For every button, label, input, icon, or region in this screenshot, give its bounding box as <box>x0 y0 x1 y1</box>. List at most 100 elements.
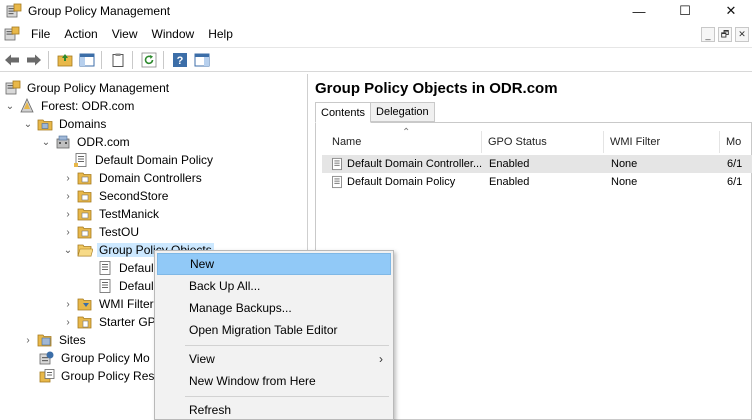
chevron-right-icon[interactable]: › <box>62 205 74 223</box>
tree-item-gp-results[interactable]: Group Policy Res <box>36 367 156 385</box>
tree-item-gpo-default-1[interactable]: Defaul <box>94 259 156 277</box>
menu-help[interactable]: Help <box>201 23 240 45</box>
gpo-link-icon <box>73 152 89 168</box>
menu-item-manage-backups[interactable]: Manage Backups... <box>157 297 391 319</box>
tree-item-sites[interactable]: › Sites <box>22 331 88 349</box>
close-button[interactable]: ✕ <box>708 0 752 22</box>
forward-button[interactable] <box>24 50 44 70</box>
tree-item-gpm-root[interactable]: Group Policy Management <box>2 79 171 97</box>
chevron-down-icon[interactable]: ⌄ <box>62 241 74 259</box>
domain-icon <box>55 134 71 150</box>
up-one-level-button[interactable] <box>55 50 75 70</box>
column-header-gpo-status[interactable]: GPO Status <box>482 131 604 153</box>
chevron-right-icon[interactable]: › <box>22 331 34 349</box>
minimize-icon: — <box>632 3 646 19</box>
tree-item-starter-gpos[interactable]: › Starter GP <box>62 313 158 331</box>
menu-file[interactable]: File <box>24 23 57 45</box>
close-icon: ✕ <box>725 3 737 18</box>
minimize-button[interactable]: — <box>616 0 662 22</box>
table-row[interactable]: Default Domain Policy Enabled None 6/1 <box>322 173 752 191</box>
column-header-modified[interactable]: Mo <box>720 131 752 153</box>
mdi-close-button[interactable]: ✕ <box>735 27 749 42</box>
chevron-right-icon[interactable]: › <box>62 295 74 313</box>
table-row[interactable]: Default Domain Controller... Enabled Non… <box>322 155 752 173</box>
column-header-name[interactable]: Name <box>326 131 482 153</box>
gpo-icon <box>330 173 344 191</box>
maximize-button[interactable]: ☐ <box>662 0 708 22</box>
wmi-folder-icon <box>77 296 93 312</box>
gpm-app-icon <box>6 3 22 18</box>
tree-item-label: Defaul <box>119 261 154 275</box>
tree-item-label: Group Policy Mo <box>61 351 150 365</box>
chevron-right-icon[interactable]: › <box>62 187 74 205</box>
mdi-minimize-button[interactable]: _ <box>701 27 715 42</box>
tree-item-domains[interactable]: ⌄ Domains <box>22 115 108 133</box>
tree-item-odr-com[interactable]: ⌄ ODR.com <box>40 133 132 151</box>
menu-item-new-window-from-here[interactable]: New Window from Here <box>157 370 391 392</box>
tree-item-label: Defaul <box>119 279 154 293</box>
menu-item-open-migration-table-editor[interactable]: Open Migration Table Editor <box>157 319 391 341</box>
mdi-close-icon: ✕ <box>738 29 746 39</box>
back-button[interactable] <box>2 50 22 70</box>
tree-item-testmanick[interactable]: › TestManick <box>62 205 161 223</box>
show-action-pane-button[interactable] <box>192 50 212 70</box>
tree-item-label: Group Policy Res <box>61 369 155 383</box>
tab-delegation[interactable]: Delegation <box>370 102 435 122</box>
mdi-restore-button[interactable]: 🗗 <box>718 27 732 42</box>
refresh-button[interactable] <box>139 50 159 70</box>
show-hide-console-tree-button[interactable] <box>77 50 97 70</box>
column-header-wmi-filter[interactable]: WMI Filter <box>604 131 720 153</box>
menu-item-back-up-all[interactable]: Back Up All... <box>157 275 391 297</box>
chevron-down-icon[interactable]: ⌄ <box>40 133 52 151</box>
toolbar-separator <box>48 50 49 69</box>
menu-action[interactable]: Action <box>57 23 104 45</box>
gpo-wmi-filter: None <box>611 158 638 170</box>
starter-folder-icon <box>77 314 93 330</box>
chevron-right-icon[interactable]: › <box>62 313 74 331</box>
maximize-icon: ☐ <box>679 3 691 18</box>
refresh-icon <box>141 52 157 67</box>
tree-item-testou[interactable]: › TestOU <box>62 223 141 241</box>
gpm-console-icon <box>5 80 21 96</box>
tree-item-gpo-default-2[interactable]: Defaul <box>94 277 156 295</box>
tab-contents[interactable]: Contents <box>315 102 372 123</box>
system-menu-icon[interactable] <box>4 26 20 42</box>
menu-item-new[interactable]: New <box>157 253 391 275</box>
tree-item-forest[interactable]: ⌄ Forest: ODR.com <box>4 97 136 115</box>
gpo-name: Default Domain Policy <box>347 176 456 188</box>
tree-item-label: Group Policy Management <box>27 81 170 95</box>
menu-item-refresh[interactable]: Refresh <box>157 399 391 420</box>
menu-window[interactable]: Window <box>145 23 202 45</box>
tree-item-wmi-filters[interactable]: › WMI Filter <box>62 295 156 313</box>
ou-folder-icon <box>77 170 93 186</box>
back-arrow-icon <box>5 54 19 65</box>
menu-item-view[interactable]: View › <box>157 348 391 370</box>
tree-item-domain-controllers[interactable]: › Domain Controllers <box>62 169 204 187</box>
properties-button[interactable] <box>108 50 128 70</box>
mdi-minimize-icon: _ <box>705 29 711 40</box>
action-pane-icon <box>194 53 210 66</box>
toolbar-separator <box>163 50 164 69</box>
chevron-down-icon[interactable]: ⌄ <box>4 97 16 115</box>
tree-item-default-domain-policy-link[interactable]: Default Domain Policy <box>70 151 215 169</box>
chevron-down-icon[interactable]: ⌄ <box>22 115 34 133</box>
menu-view[interactable]: View <box>105 23 145 45</box>
tree-item-label: SecondStore <box>99 189 169 203</box>
tree-item-label: ODR.com <box>77 135 130 149</box>
tree-item-gp-modeling[interactable]: Group Policy Mo <box>36 349 152 367</box>
toolbar: ? <box>0 47 752 72</box>
gpo-icon <box>97 278 113 294</box>
gpo-status: Enabled <box>489 158 530 170</box>
toolbar-separator <box>132 50 133 69</box>
menu-separator <box>185 345 389 346</box>
chevron-right-icon[interactable]: › <box>62 223 74 241</box>
tree-item-label: Domains <box>59 117 107 131</box>
chevron-right-icon[interactable]: › <box>62 169 74 187</box>
toolbar-separator <box>101 50 102 69</box>
svg-text:?: ? <box>177 55 184 67</box>
menu-item-label: View <box>189 352 215 366</box>
gpo-modified: 6/1 <box>727 176 743 188</box>
help-button[interactable]: ? <box>170 50 190 70</box>
context-menu: New Back Up All... Manage Backups... Ope… <box>154 250 394 420</box>
tree-item-secondstore[interactable]: › SecondStore <box>62 187 170 205</box>
